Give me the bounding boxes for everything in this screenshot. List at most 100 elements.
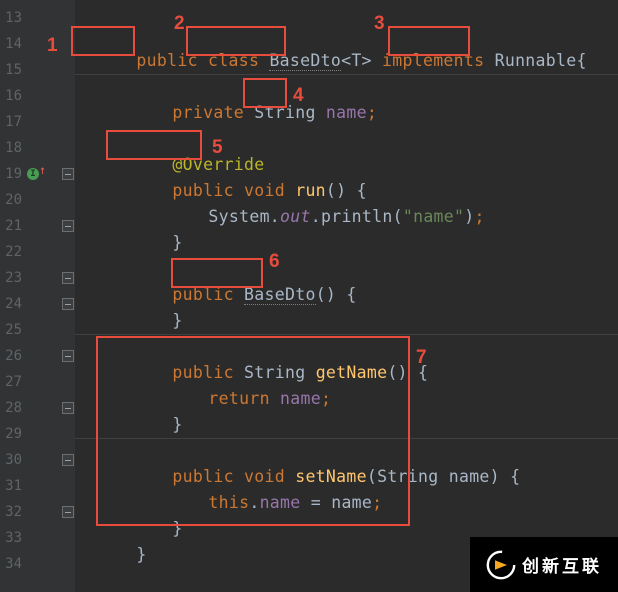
type-string: String: [377, 467, 438, 486]
callout-4: 4: [293, 86, 304, 106]
fold-icon[interactable]: [62, 168, 74, 180]
paren-open: (: [393, 207, 403, 226]
fold-icon[interactable]: [62, 298, 74, 310]
brace: {: [576, 51, 586, 70]
method-divider: [75, 74, 618, 75]
line-number[interactable]: 25: [0, 322, 22, 338]
code-line[interactable]: public BaseDto() {: [75, 268, 357, 286]
line-number[interactable]: 31: [0, 478, 22, 494]
code-line[interactable]: }: [75, 216, 183, 234]
out: out: [280, 207, 311, 226]
code-line[interactable]: this.name = name;: [75, 476, 382, 494]
field-name: name: [260, 493, 301, 512]
line-number[interactable]: 28: [0, 400, 22, 416]
line-number[interactable]: 20: [0, 192, 22, 208]
callout-2: 2: [174, 14, 185, 34]
callout-6: 6: [269, 252, 280, 272]
line-number[interactable]: 33: [0, 530, 22, 546]
editor-root: 13 14 15 16 17 18 19 20 21 22 23 24 25 2…: [0, 0, 618, 592]
brace: }: [172, 519, 182, 538]
keyword-this: this: [208, 493, 249, 512]
method-divider: [75, 438, 618, 439]
line-number[interactable]: 21: [0, 218, 22, 234]
logo-icon: [486, 550, 516, 580]
keyword-class: class: [208, 51, 259, 70]
param-name: name: [331, 493, 372, 512]
parens: (): [387, 363, 407, 382]
code-line[interactable]: }: [75, 528, 147, 546]
line-number[interactable]: 14: [0, 36, 22, 52]
string-lit: name: [413, 207, 454, 226]
dot: .: [311, 207, 321, 226]
override-up-icon[interactable]: ↑: [39, 164, 46, 176]
type-string: String: [254, 103, 315, 122]
code-line[interactable]: public class BaseDto<T> implements Runna…: [75, 34, 587, 52]
code-line[interactable]: }: [75, 398, 183, 416]
callout-1: 1: [47, 36, 58, 56]
code-area[interactable]: public class BaseDto<T> implements Runna…: [75, 0, 618, 592]
class-name: BaseDto: [269, 51, 341, 71]
code-line[interactable]: System.out.println("name");: [75, 190, 485, 208]
method-divider: [75, 334, 618, 335]
brace: }: [172, 415, 182, 434]
implements-icon[interactable]: I: [27, 168, 39, 180]
line-number[interactable]: 23: [0, 270, 22, 286]
keyword-return: return: [208, 389, 269, 408]
field-name: name: [280, 389, 321, 408]
callout-7: 7: [416, 348, 427, 368]
brace: }: [172, 233, 182, 252]
line-number[interactable]: 27: [0, 374, 22, 390]
line-number[interactable]: 19: [0, 166, 22, 182]
line-number[interactable]: 26: [0, 348, 22, 364]
line-number[interactable]: 24: [0, 296, 22, 312]
brace: }: [172, 311, 182, 330]
line-number[interactable]: 18: [0, 140, 22, 156]
line-number[interactable]: 13: [0, 10, 22, 26]
semi: ;: [321, 389, 331, 408]
fold-icon[interactable]: [62, 506, 74, 518]
line-number[interactable]: 29: [0, 426, 22, 442]
code-line[interactable]: }: [75, 294, 183, 312]
code-line[interactable]: return name;: [75, 372, 331, 390]
keyword-private: private: [172, 103, 244, 122]
line-number[interactable]: 34: [0, 556, 22, 572]
line-number[interactable]: 17: [0, 114, 22, 130]
println: println: [321, 207, 393, 226]
fold-icon[interactable]: [62, 454, 74, 466]
callout-3: 3: [374, 14, 385, 34]
fold-icon[interactable]: [62, 272, 74, 284]
eq: =: [301, 493, 332, 512]
semi: ;: [475, 207, 485, 226]
code-line[interactable]: public void setName(String name) {: [75, 450, 520, 468]
line-number[interactable]: 16: [0, 88, 22, 104]
watermark-logo: 创新互联: [470, 537, 618, 592]
brace: {: [510, 467, 520, 486]
paren-close: ): [490, 467, 500, 486]
code-line[interactable]: public String getName() {: [75, 346, 428, 364]
line-number[interactable]: 15: [0, 62, 22, 78]
code-line[interactable]: private String name;: [75, 86, 377, 104]
parens: (): [316, 285, 336, 304]
type-runnable: Runnable: [495, 51, 577, 70]
line-number[interactable]: 32: [0, 504, 22, 520]
fold-icon[interactable]: [62, 402, 74, 414]
generic: <T>: [341, 51, 372, 70]
line-number[interactable]: 30: [0, 452, 22, 468]
system: System.: [208, 207, 280, 226]
string-q: ": [403, 207, 413, 226]
keyword-public: public: [136, 51, 197, 70]
line-number[interactable]: 22: [0, 244, 22, 260]
logo-text: 创新互联: [522, 552, 602, 577]
fold-icon[interactable]: [62, 350, 74, 362]
dot: .: [249, 493, 259, 512]
callout-5: 5: [212, 138, 223, 158]
ctor-name: BaseDto: [244, 285, 316, 305]
semi: ;: [367, 103, 377, 122]
brace: }: [136, 545, 146, 564]
string-q: ": [454, 207, 464, 226]
paren-close: ): [464, 207, 474, 226]
code-line[interactable]: public void run() {: [75, 164, 367, 182]
fold-icon[interactable]: [62, 220, 74, 232]
code-line[interactable]: @Override: [75, 138, 265, 156]
code-line[interactable]: }: [75, 502, 183, 520]
